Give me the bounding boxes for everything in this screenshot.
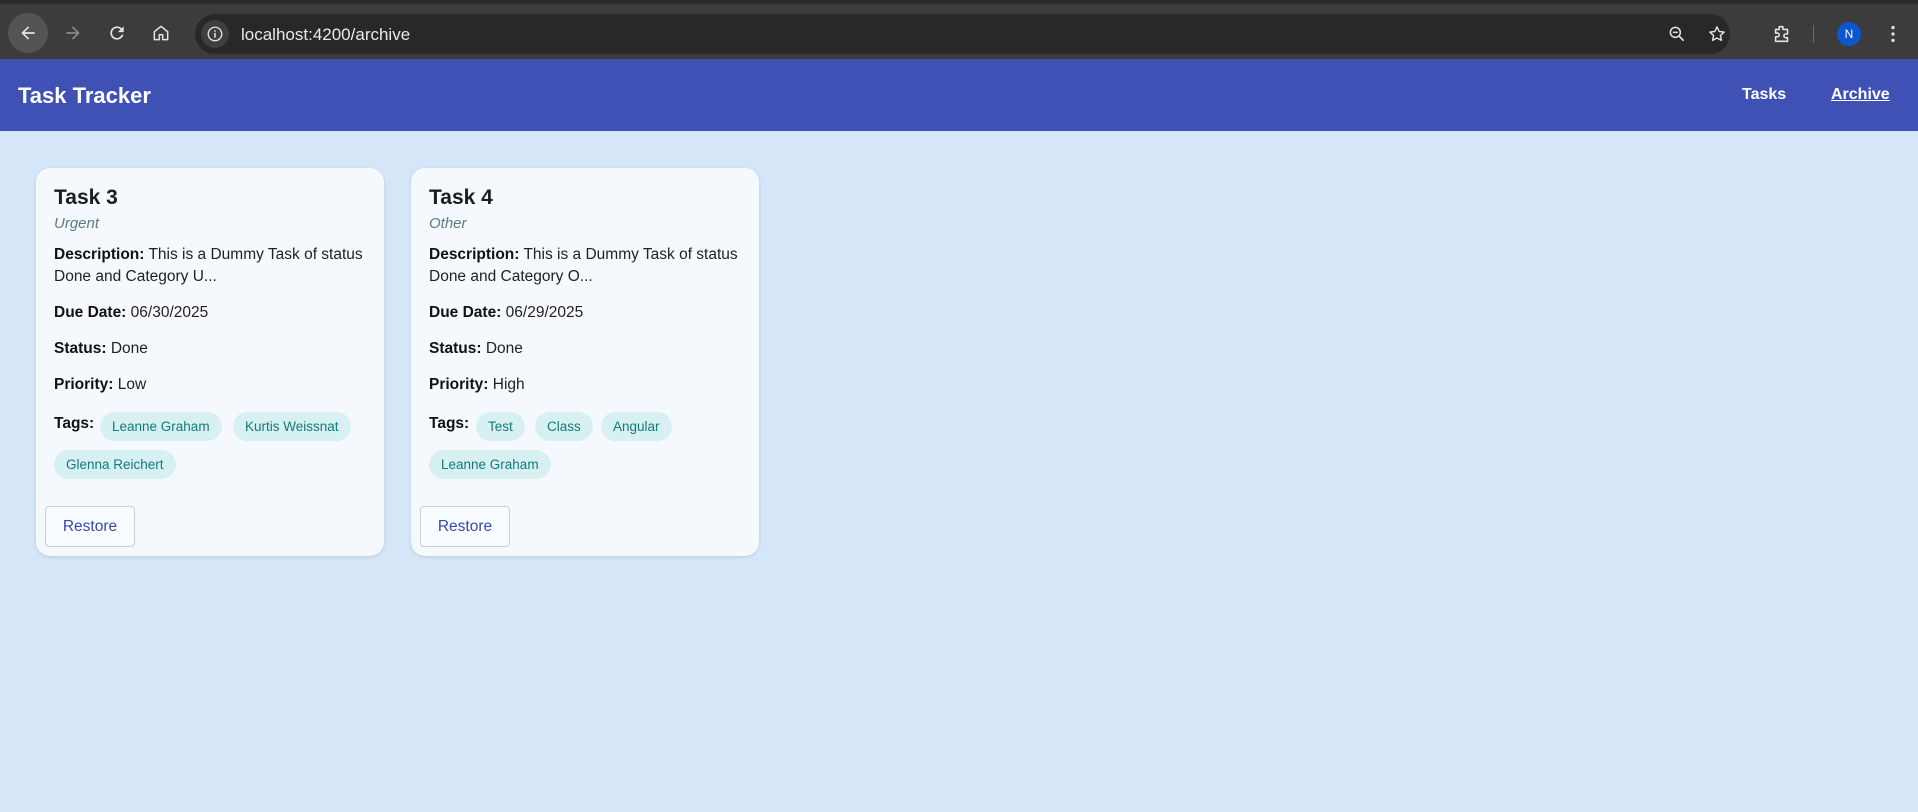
url-text: localhost:4200/archive [241, 25, 411, 44]
restore-button[interactable]: Restore [420, 506, 510, 547]
tag-chip: Class [535, 412, 593, 441]
task-status: Status: Done [54, 338, 372, 360]
task-title: Task 3 [54, 186, 118, 209]
due-value: 06/29/2025 [505, 304, 584, 321]
task-title: Task 4 [429, 186, 493, 209]
nav-archive-link[interactable]: Archive [1831, 86, 1890, 104]
priority-value: High [492, 376, 525, 393]
task-description: Description: This is a Dummy Task of sta… [54, 244, 372, 288]
forward-arrow-icon[interactable] [53, 13, 93, 53]
toolbar-divider [1813, 25, 1814, 43]
task-card: Task 4 Other Description: This is a Dumm… [411, 168, 759, 556]
status-label: Status: [54, 340, 107, 357]
tags-label: Tags: [54, 415, 95, 432]
task-due-date: Due Date: 06/29/2025 [429, 302, 747, 324]
star-icon[interactable] [1707, 24, 1727, 44]
task-priority: Priority: Low [54, 374, 372, 396]
status-label: Status: [429, 340, 482, 357]
task-priority: Priority: High [429, 374, 747, 396]
tag-chip: Leanne Graham [429, 450, 551, 479]
home-icon[interactable] [141, 13, 181, 53]
back-arrow-icon[interactable] [8, 13, 48, 53]
app-title: Task Tracker [18, 83, 151, 108]
description-label: Description: [54, 246, 145, 263]
tag-chip: Kurtis Weissnat [233, 412, 351, 441]
task-category: Other [429, 215, 467, 232]
extensions-icon[interactable] [1771, 23, 1793, 45]
task-description: Description: This is a Dummy Task of sta… [429, 244, 747, 288]
restore-button[interactable]: Restore [45, 506, 135, 547]
due-label: Due Date: [429, 304, 502, 321]
task-card: Task 3 Urgent Description: This is a Dum… [36, 168, 384, 556]
app-toolbar: Task Tracker Tasks Archive [0, 59, 1918, 131]
tag-chip: Leanne Graham [100, 412, 222, 441]
tag-chip: Angular [601, 412, 672, 441]
status-value: Done [110, 340, 148, 357]
profile-avatar[interactable]: N [1837, 22, 1861, 46]
task-due-date: Due Date: 06/30/2025 [54, 302, 372, 324]
nav-tasks-link[interactable]: Tasks [1742, 86, 1786, 104]
tag-chip: Glenna Reichert [54, 450, 176, 479]
task-status: Status: Done [429, 338, 747, 360]
more-vert-icon[interactable] [1882, 23, 1904, 45]
zoom-out-icon[interactable] [1667, 24, 1687, 44]
priority-value: Low [117, 376, 147, 393]
status-value: Done [485, 340, 523, 357]
tags-label: Tags: [429, 415, 470, 432]
browser-toolbar: localhost:4200/archive N [0, 0, 1918, 59]
due-value: 06/30/2025 [130, 304, 209, 321]
reload-icon[interactable] [97, 13, 137, 53]
description-label: Description: [429, 246, 520, 263]
due-label: Due Date: [54, 304, 127, 321]
priority-label: Priority: [54, 376, 114, 393]
task-category: Urgent [54, 215, 100, 232]
priority-label: Priority: [429, 376, 489, 393]
tag-chip: Test [476, 412, 525, 441]
info-icon[interactable] [201, 20, 229, 48]
address-bar[interactable]: localhost:4200/archive [195, 14, 1730, 54]
